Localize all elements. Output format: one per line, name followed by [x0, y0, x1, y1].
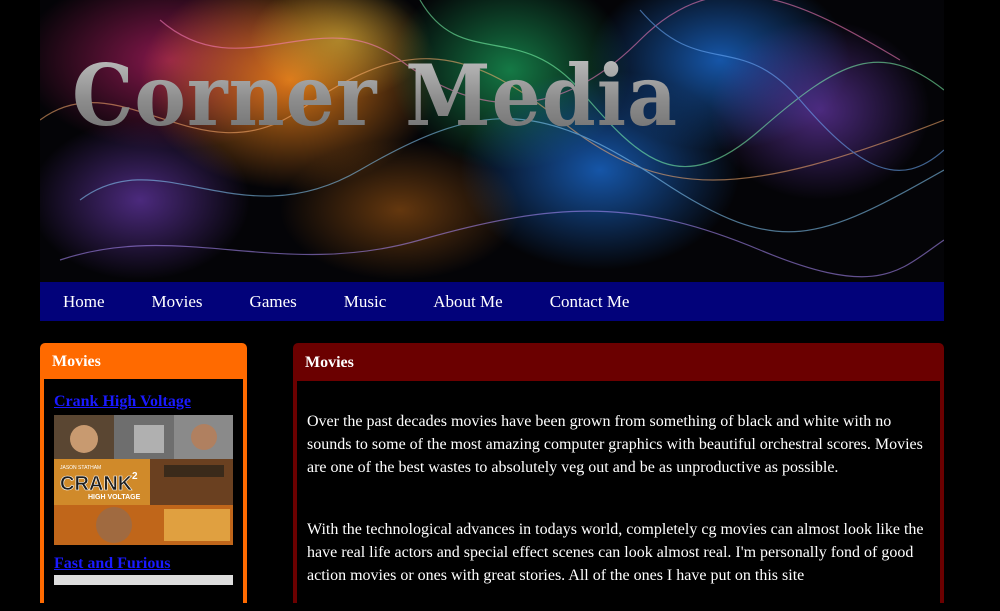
sidebar-link-fast-and-furious[interactable]: Fast and Furious	[54, 555, 170, 573]
nav-item-about-me[interactable]: About Me	[433, 292, 502, 312]
crank-poster-art: JASON STATHAM CRANK 2 HIGH VOLTAGE	[54, 415, 233, 545]
poster-subtitle: HIGH VOLTAGE	[88, 494, 141, 501]
sidebar-panel: Movies Crank High Voltage JASON STATHAM …	[40, 343, 247, 609]
nav-item-music[interactable]: Music	[344, 292, 387, 312]
sidebar-link-crank-high-voltage[interactable]: Crank High Voltage	[54, 393, 191, 411]
content-paragraph: With the technological advances in today…	[307, 521, 924, 584]
nav-item-contact-me[interactable]: Contact Me	[550, 292, 630, 312]
content-panel: Movies Over the past decades movies have…	[293, 343, 944, 611]
fast-and-furious-poster-image[interactable]	[54, 575, 233, 585]
header-banner: Corner Media	[40, 0, 944, 282]
nav-item-movies[interactable]: Movies	[152, 292, 203, 312]
poster-sequel-mark: 2	[132, 471, 138, 482]
poster-title: CRANK	[60, 473, 133, 495]
nav-item-home[interactable]: Home	[63, 292, 105, 312]
poster-credits: JASON STATHAM	[60, 465, 101, 471]
nav-item-games[interactable]: Games	[250, 292, 297, 312]
main-nav: Home Movies Games Music About Me Contact…	[40, 282, 944, 321]
crank-poster-image[interactable]: JASON STATHAM CRANK 2 HIGH VOLTAGE	[54, 415, 233, 545]
sidebar-title: Movies	[52, 353, 101, 370]
content-paragraph: Over the past decades movies have been g…	[307, 413, 923, 476]
content-body: Over the past decades movies have been g…	[297, 381, 940, 611]
site-title: Corner Media	[72, 46, 678, 145]
content-title: Movies	[305, 354, 354, 371]
sidebar-body: Crank High Voltage JASON STATHAM CRANK 2	[44, 379, 243, 609]
